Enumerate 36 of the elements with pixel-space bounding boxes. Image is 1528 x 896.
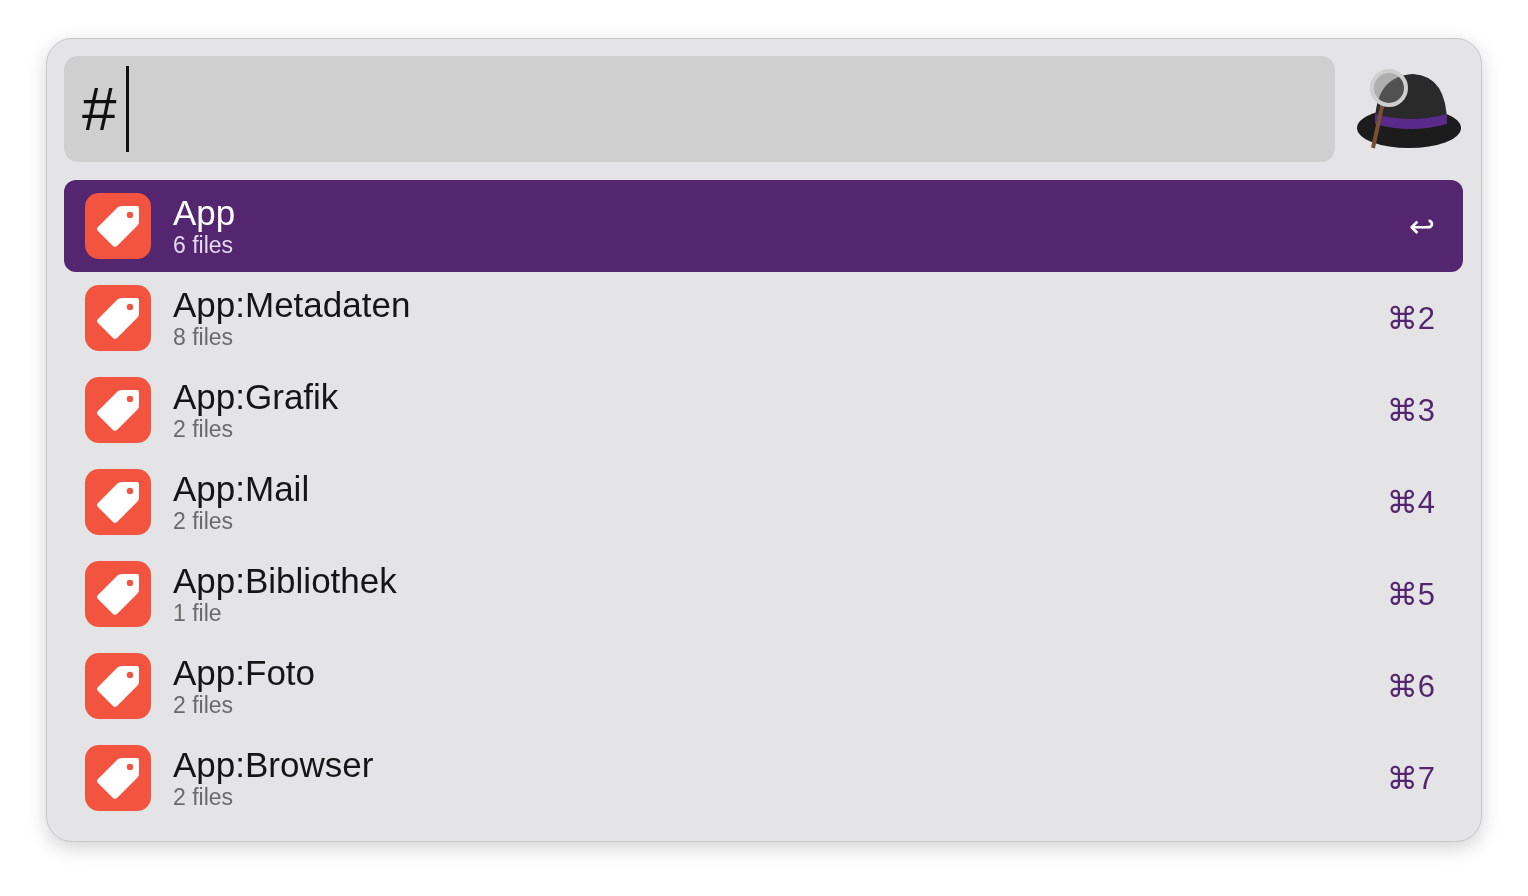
- shortcut-label: ↩: [1409, 207, 1435, 245]
- result-item[interactable]: App 6 files ↩: [64, 180, 1463, 272]
- result-subtitle: 2 files: [173, 784, 235, 810]
- result-title: App:Browser: [173, 746, 375, 784]
- result-subtitle: 6 files: [173, 232, 235, 258]
- search-field[interactable]: #: [64, 56, 1335, 162]
- result-title: App: [173, 194, 237, 232]
- tag-icon: [85, 377, 151, 443]
- result-subtitle: 2 files: [173, 508, 235, 534]
- tag-icon: [85, 469, 151, 535]
- shortcut-label: ⌘5: [1386, 575, 1435, 613]
- shortcut-label: ⌘3: [1386, 391, 1435, 429]
- tag-icon: [85, 285, 151, 351]
- result-item[interactable]: App:Browser 2 files ⌘7: [64, 732, 1463, 824]
- shortcut-label: ⌘2: [1386, 299, 1435, 337]
- tag-icon: [85, 561, 151, 627]
- result-title: App:Bibliothek: [173, 562, 398, 600]
- result-item[interactable]: App:Foto 2 files ⌘6: [64, 640, 1463, 732]
- result-item[interactable]: App:Grafik 2 files ⌘3: [64, 364, 1463, 456]
- result-title: App:Grafik: [173, 378, 340, 416]
- shortcut-label: ⌘4: [1386, 483, 1435, 521]
- shortcut-label: ⌘7: [1386, 759, 1435, 797]
- tag-icon: [85, 653, 151, 719]
- tag-icon: [85, 193, 151, 259]
- result-item[interactable]: App:Mail 2 files ⌘4: [64, 456, 1463, 548]
- result-title: App:Metadaten: [173, 286, 412, 324]
- result-title: App:Mail: [173, 470, 311, 508]
- shortcut-label: ⌘6: [1386, 667, 1435, 705]
- result-subtitle: 1 file: [173, 600, 223, 626]
- result-subtitle: 8 files: [173, 324, 235, 350]
- result-item[interactable]: App:Metadaten 8 files ⌘2: [64, 272, 1463, 364]
- tag-icon: [85, 745, 151, 811]
- result-subtitle: 2 files: [173, 416, 235, 442]
- result-subtitle: 2 files: [173, 692, 235, 718]
- result-item[interactable]: App:Bibliothek 1 file ⌘5: [64, 548, 1463, 640]
- result-title: App:Foto: [173, 654, 317, 692]
